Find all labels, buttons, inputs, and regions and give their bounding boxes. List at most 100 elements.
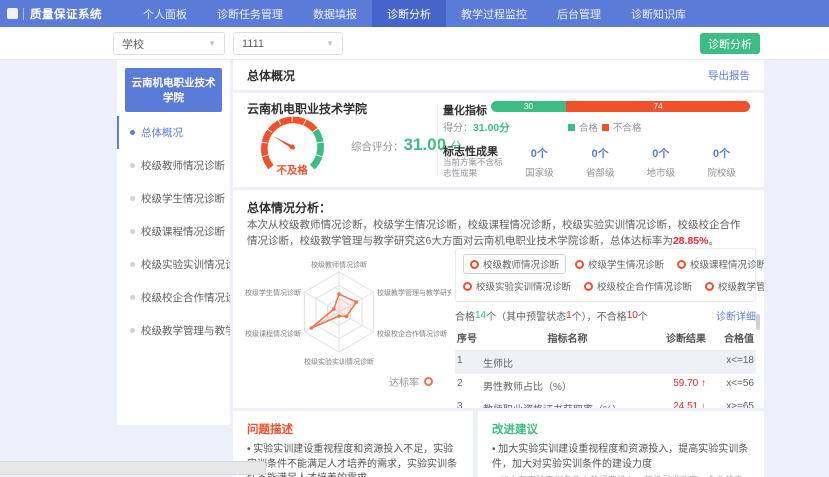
fail-circle-icon	[470, 260, 479, 269]
quant-section: 量化指标 30 74 得分：31.00分 合格 不合格 标志性成果 当前方案不含…	[443, 93, 752, 187]
export-report-link[interactable]: 导出报告	[708, 68, 750, 83]
analysis-text: 本次从校级教师情况诊断，校级学生情况诊断，校级课程情况诊断，校级实验实训情况诊断…	[247, 217, 750, 250]
bar-legend: 合格 不合格	[568, 120, 642, 134]
tag-training-diagnosis[interactable]: 校级实验实训情况诊断	[463, 279, 571, 293]
school-select-value: 学校	[122, 36, 144, 52]
sidebar-item-student-diagnosis[interactable]: 校级学生情况诊断	[117, 182, 230, 215]
bullet-dot-icon	[130, 163, 135, 168]
chevron-down-icon: ▼	[326, 39, 334, 48]
nav-item-data-entry[interactable]: 数据填报	[298, 0, 372, 27]
table-scrollbar-thumb[interactable]	[756, 314, 760, 330]
bullet-dot-icon	[130, 130, 135, 135]
bar-segment-pass: 30	[491, 101, 566, 112]
trend-down-icon: ↓	[701, 401, 706, 408]
fail-circle-icon	[575, 260, 584, 269]
quant-score: 得分：31.00分	[443, 119, 510, 135]
nav-item-diagnosis-analysis[interactable]: 诊断分析	[372, 0, 446, 27]
school-select[interactable]: 学校 ▼	[113, 32, 225, 55]
suggestions-bullet: • 加大实验实训建设重视程度和资源投入，提高实验实训条件，加大对实验实训条件的建…	[492, 443, 750, 472]
problems-card: 问题描述 • 实验实训建设重视程度和资源投入不足，实验实训条件不能满足人才培养的…	[233, 411, 473, 477]
tag-teacher-diagnosis[interactable]: 校级教师情况诊断	[463, 254, 566, 274]
nav-item-dashboard[interactable]: 个人面板	[128, 0, 202, 27]
app-title: 质量保证系统	[30, 6, 102, 22]
nav-item-teaching-monitor[interactable]: 教学过程监控	[446, 0, 542, 27]
bullet-dot-icon	[130, 295, 135, 300]
diagnosis-analyze-button[interactable]: 诊断分析	[700, 33, 760, 54]
quant-title: 量化指标	[443, 102, 487, 118]
stat-municipal: 0个 地市级	[647, 145, 676, 179]
analysis-card: 总体情况分析： 本次从校级教师情况诊断，校级学生情况诊断，校级课程情况诊断，校级…	[233, 190, 764, 408]
radar-data-polygon	[311, 294, 356, 328]
app-logo-icon	[7, 8, 18, 19]
bullet-dot-icon	[130, 196, 135, 201]
fail-circle-icon	[584, 282, 593, 291]
problems-title: 问题描述	[247, 421, 459, 437]
fail-legend-icon	[602, 124, 609, 131]
tag-course-diagnosis[interactable]: 校级课程情况诊断	[677, 257, 764, 271]
radar-axis-research: 校级教学管理与教学研究	[377, 288, 451, 297]
sidebar-item-course-diagnosis[interactable]: 校级课程情况诊断	[117, 215, 230, 248]
chevron-down-icon: ▼	[208, 39, 216, 48]
plan-select[interactable]: 1111 ▼	[233, 32, 343, 55]
brand-divider	[23, 8, 24, 20]
divider	[437, 103, 438, 177]
pass-legend-icon	[568, 124, 575, 131]
bullet-dot-icon	[130, 328, 135, 333]
radar-axis-training: 校级实验实训情况诊断	[304, 357, 374, 366]
tag-student-diagnosis[interactable]: 校级学生情况诊断	[575, 257, 664, 271]
table-header-row: 序号 指标名称 诊断结果 合格值	[455, 327, 756, 351]
top-navbar: 质量保证系统 个人面板 诊断任务管理 数据填报 诊断分析 教学过程监控 后台管理…	[0, 0, 829, 27]
indicator-table: 序号 指标名称 诊断结果 合格值 1生师比 x<=18 2男性教师占比（%） 5…	[455, 327, 756, 408]
nav-item-admin[interactable]: 后台管理	[542, 0, 616, 27]
landmark-note: 当前方案不含标志性成果	[443, 157, 507, 180]
fail-circle-icon	[705, 282, 714, 291]
nav-menu: 个人面板 诊断任务管理 数据填报 诊断分析 教学过程监控 后台管理 诊断知识库	[128, 0, 701, 27]
page-title: 总体概况	[247, 67, 295, 84]
fail-circle-icon	[677, 260, 686, 269]
problems-bullet: • 实验实训建设重视程度和资源投入不足，实验实训条件不能满足人才培养的需求，实验…	[247, 443, 459, 477]
stat-college: 0个 院校级	[707, 145, 736, 179]
score-value: 31.00	[404, 135, 447, 154]
suggestions-card: 改进建议 • 加大实验实训建设重视程度和资源投入，提高实验实训条件，加大对实验实…	[478, 411, 764, 477]
nav-item-knowledge-base[interactable]: 诊断知识库	[616, 0, 701, 27]
analysis-title: 总体情况分析：	[247, 199, 331, 216]
stat-provincial: 0个 省部级	[586, 145, 615, 179]
overall-rate: 28.85%	[673, 235, 709, 247]
table-row: 3教师职业资格证书获取率（%） 24.51 ↓ x>=65	[455, 397, 756, 408]
radar-axis-teacher: 校级教师情况诊断	[311, 260, 367, 269]
sidebar-item-teacher-diagnosis[interactable]: 校级教师情况诊断	[117, 149, 230, 182]
sidebar-school-title: 云南机电职业技术学院	[125, 68, 222, 112]
radar-axis-course: 校级课程情况诊断	[245, 329, 301, 338]
brand: 质量保证系统	[0, 0, 102, 27]
score-gauge: 不及格	[247, 109, 342, 190]
tag-teaching-research[interactable]: 校级教学管理与教学研究	[705, 279, 764, 293]
diagnosis-detail-link[interactable]: 诊断详细	[716, 308, 756, 323]
table-row: 1生师比 x<=18	[455, 351, 756, 375]
sidebar-item-overview[interactable]: 总体概况	[117, 116, 230, 149]
gauge-status-label: 不及格	[276, 164, 308, 177]
horizontal-scrollbar-thumb[interactable]	[0, 461, 266, 475]
pass-fail-bar: 30 74	[491, 101, 750, 112]
sidebar: 云南机电职业技术学院 总体概况 校级教师情况诊断 校级学生情况诊断 校级课程情况…	[117, 60, 230, 425]
sidebar-item-cooperation-diagnosis[interactable]: 校级校企合作情况诊断	[117, 281, 230, 314]
pass-fail-summary: 合格 14 个（其中预警状态1 个），不合格 10 个 诊断详细	[455, 308, 756, 323]
stat-national: 0个 国家级	[525, 145, 554, 179]
trend-up-icon: ↑	[701, 378, 706, 389]
bullet-dot-icon	[130, 262, 135, 267]
fail-circle-icon	[463, 282, 472, 291]
diagnosis-detail-panel: 校级教师情况诊断 校级学生情况诊断 校级课程情况诊断 校级实验实训情况诊断	[455, 248, 756, 408]
landmark-stats: 0个 国家级 0个 省部级 0个 地市级 0个 院校级	[509, 145, 752, 179]
bullet-dot-icon	[130, 229, 135, 234]
radar-legend: 达标率	[389, 374, 433, 389]
tag-cooperation-diagnosis[interactable]: 校级校企合作情况诊断	[584, 279, 692, 293]
radar-axis-cooperation: 校级校企合作情况诊断	[377, 329, 447, 338]
page-header-card: 总体概况 导出报告	[233, 60, 764, 90]
legend-circle-icon	[424, 377, 433, 386]
bar-segment-fail: 74	[566, 101, 750, 112]
nav-item-task-management[interactable]: 诊断任务管理	[202, 0, 298, 27]
sidebar-item-training-diagnosis[interactable]: 校级实验实训情况诊断	[117, 248, 230, 281]
sidebar-item-teaching-research[interactable]: 校级教学管理与教学研究	[117, 314, 230, 347]
overview-card: 云南机电职业技术学院 不及格 综合评分：31.00 分	[233, 93, 764, 187]
suggestions-title: 改进建议	[492, 421, 750, 437]
diagnosis-tags: 校级教师情况诊断 校级学生情况诊断 校级课程情况诊断 校级实验实训情况诊断	[455, 248, 756, 302]
